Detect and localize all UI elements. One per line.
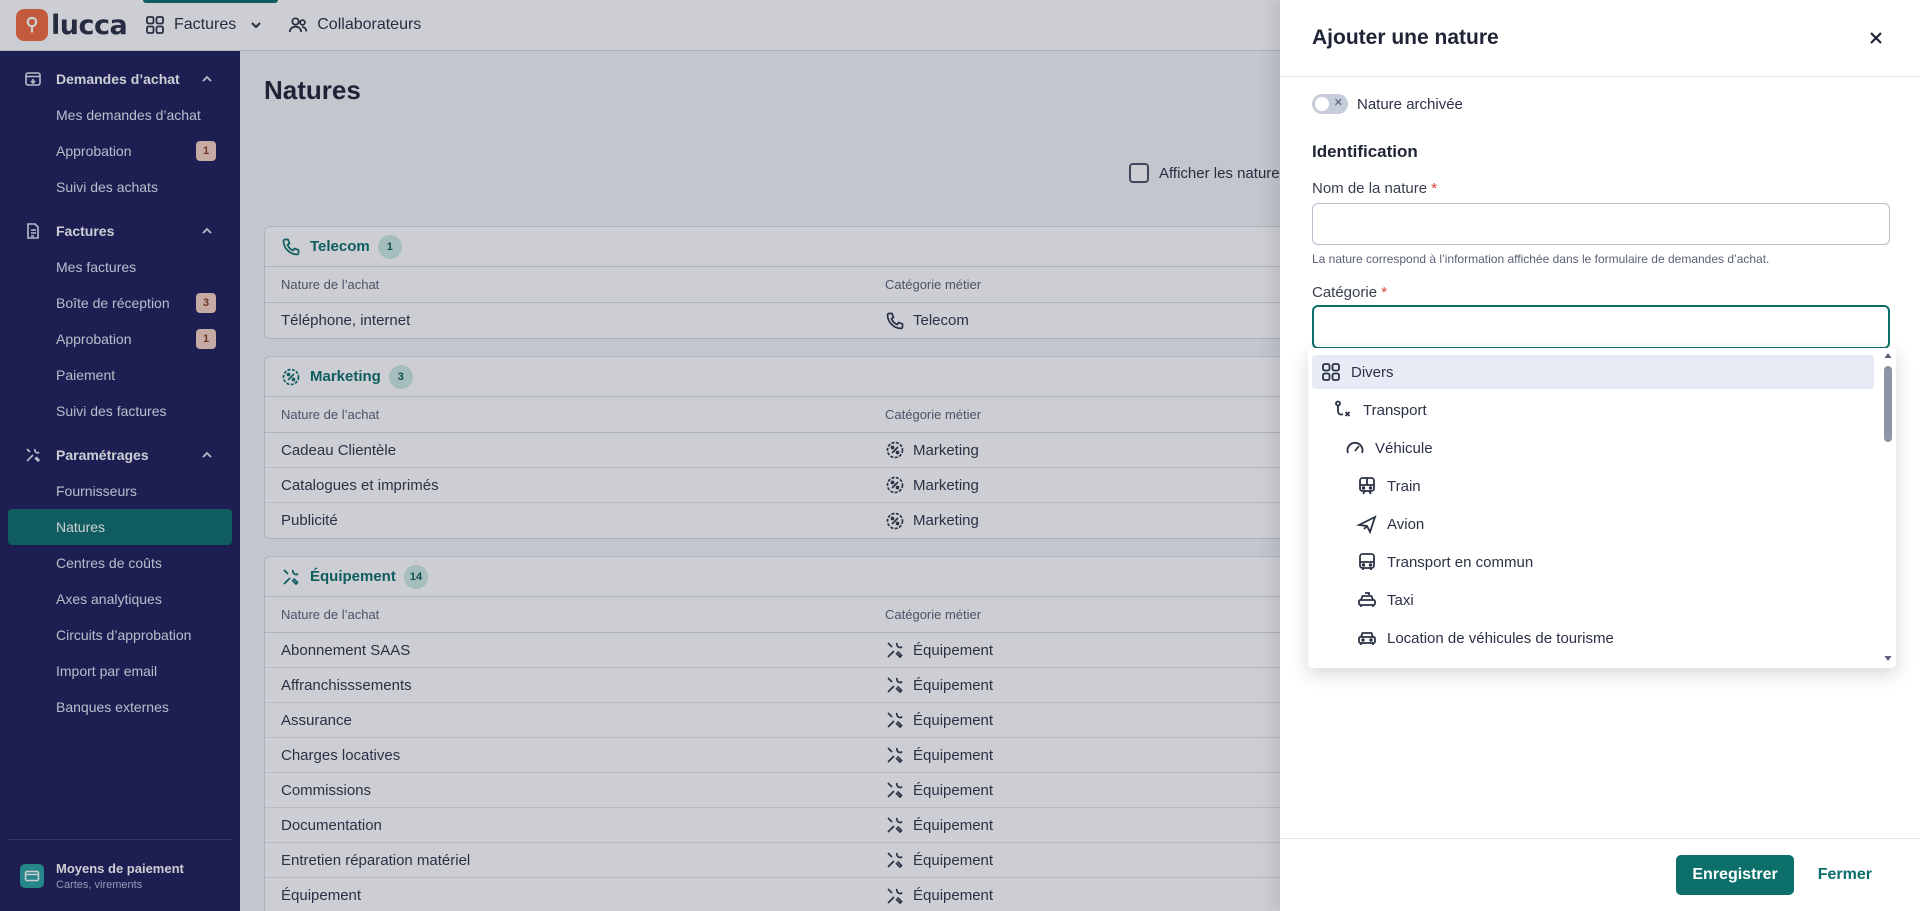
car-icon <box>1358 632 1376 645</box>
toggle-off-icon: ✕ <box>1333 97 1343 109</box>
modal-backdrop[interactable] <box>0 0 1280 911</box>
close-button[interactable] <box>1856 18 1896 58</box>
name-field-hint: La nature correspond à l’information aff… <box>1312 252 1770 266</box>
name-field-label: Nom de la nature * <box>1312 180 1437 197</box>
route-icon <box>1335 400 1351 417</box>
plane-icon <box>1356 515 1377 535</box>
option-label: Avion <box>1387 515 1425 533</box>
close-panel-button[interactable]: Fermer <box>1802 855 1888 895</box>
dropdown-option-transport-commun[interactable]: Transport en commun <box>1312 545 1874 579</box>
dropdown-option-train[interactable]: Train <box>1312 469 1874 503</box>
archived-toggle-row: ✕ Nature archivée <box>1312 94 1463 114</box>
dropdown-option-location-vehicules[interactable]: Location de véhicules de tourisme <box>1312 621 1874 655</box>
option-label: Divers <box>1351 363 1394 381</box>
section-title-identification: Identification <box>1312 142 1418 161</box>
option-label: Transport <box>1363 401 1427 419</box>
category-field-label: Catégorie * <box>1312 284 1387 301</box>
gauge-icon <box>1346 441 1364 454</box>
option-label: Location de véhicules de tourisme <box>1387 629 1614 647</box>
grid-icon <box>1322 363 1340 381</box>
option-label: Transport en commun <box>1387 553 1534 571</box>
archived-toggle[interactable]: ✕ <box>1312 94 1348 114</box>
close-icon <box>1870 32 1882 44</box>
bus-icon <box>1359 553 1375 570</box>
scrollbar-thumb[interactable] <box>1884 366 1892 442</box>
name-label-text: Nom de la nature <box>1312 180 1428 197</box>
option-label: Véhicule <box>1375 439 1433 457</box>
save-button[interactable]: Enregistrer <box>1676 855 1794 895</box>
panel-title: Ajouter une nature <box>1312 26 1499 49</box>
option-label: Train <box>1387 477 1421 495</box>
panel-footer: Enregistrer Fermer <box>1280 838 1920 911</box>
train-icon <box>1359 477 1375 495</box>
dropdown-option-taxi[interactable]: Taxi <box>1312 583 1874 617</box>
dropdown-option-transport[interactable]: Transport <box>1312 393 1874 427</box>
dropdown-option-vehicule[interactable]: Véhicule <box>1312 431 1874 465</box>
scroll-down-arrow-icon[interactable] <box>1884 654 1892 662</box>
toggle-knob <box>1315 97 1329 111</box>
category-dropdown: Divers Transport Véhicule Train Avion Tr… <box>1308 348 1896 668</box>
taxi-icon <box>1358 592 1376 607</box>
required-mark: * <box>1381 284 1388 301</box>
nature-name-input[interactable] <box>1312 203 1890 245</box>
category-label-text: Catégorie <box>1312 284 1378 301</box>
dropdown-option-avion[interactable]: Avion <box>1312 507 1874 541</box>
scroll-up-arrow-icon[interactable] <box>1884 352 1892 360</box>
category-select[interactable] <box>1312 305 1890 349</box>
toggle-label: Nature archivée <box>1357 95 1463 113</box>
add-nature-panel: Ajouter une nature ✕ Nature archivée Ide… <box>1280 0 1920 911</box>
required-mark: * <box>1431 180 1438 197</box>
dropdown-option-divers[interactable]: Divers <box>1312 355 1874 389</box>
option-label: Taxi <box>1387 591 1414 609</box>
dropdown-scrollbar[interactable] <box>1882 352 1894 664</box>
panel-header: Ajouter une nature <box>1280 0 1920 77</box>
